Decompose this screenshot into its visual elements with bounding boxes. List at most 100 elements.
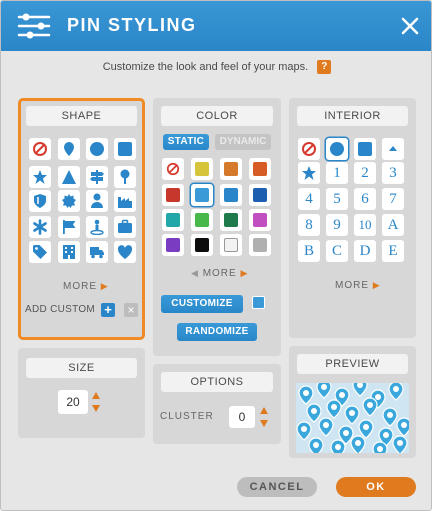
add-custom-button[interactable]: + [101,303,115,317]
shape-option-person-marker[interactable] [86,216,108,238]
shape-option-circle[interactable] [86,138,108,160]
shape-option-square[interactable] [114,138,136,160]
preview-pin-dot [311,408,317,414]
preview-pin-dot [377,446,383,452]
shape-option-triangle[interactable] [58,166,80,188]
color-swatch-none[interactable] [162,158,184,180]
color-swatch[interactable] [249,209,271,231]
interior-option-label[interactable]: 1 [326,162,348,184]
color-swatch[interactable] [220,158,242,180]
color-swatch-fill [224,162,238,176]
interior-option-label[interactable]: B [298,240,320,262]
color-swatch[interactable] [191,158,213,180]
options-title: OPTIONS [161,372,273,392]
interior-option-label[interactable]: C [326,240,348,262]
preview-image [296,383,409,453]
color-swatch[interactable] [249,158,271,180]
interior-option-label[interactable]: A [382,214,404,236]
interior-option-star[interactable] [298,162,320,184]
shape-option-asterisk[interactable] [29,216,51,238]
color-swatch[interactable] [220,184,242,206]
color-more-link[interactable]: ◀ MORE ▶ [191,268,248,279]
shape-more-link[interactable]: MORE ▶ [63,281,109,292]
remove-custom-button[interactable]: × [124,303,138,317]
shape-option-briefcase[interactable] [114,216,136,238]
flag-icon [63,220,76,234]
help-icon[interactable]: ? [317,60,332,74]
star-icon [33,170,47,184]
interior-option-label[interactable]: 4 [298,188,320,210]
interior-option-label[interactable]: 6 [354,188,376,210]
randomize-button[interactable]: RANDOMIZE [177,323,257,341]
interior-option-label[interactable]: E [382,240,404,262]
interior-option-label[interactable]: D [354,240,376,262]
size-stepper[interactable] [91,390,101,414]
signpost-icon [90,170,104,184]
stepper-down-icon [92,405,100,412]
color-panel: COLOR STATIC DYNAMIC ◀ MORE ▶ CUSTOMIZE … [153,98,281,356]
preview-pin-dot [349,410,355,416]
interior-option-no[interactable] [298,138,320,160]
shape-option-truck[interactable] [86,241,108,263]
customize-button[interactable]: CUSTOMIZE [161,295,243,313]
circle-icon [330,142,344,156]
shape-option-factory[interactable] [114,190,136,212]
color-swatch[interactable] [191,209,213,231]
color-tab-dynamic[interactable]: DYNAMIC [215,134,271,150]
shape-option-person[interactable] [86,190,108,212]
shape-option-no[interactable] [29,138,51,160]
cluster-label: CLUSTER [160,411,214,422]
size-input[interactable]: 20 [58,390,88,414]
color-tab-static[interactable]: STATIC [163,134,209,150]
color-swatch-fill [253,238,267,252]
color-swatch[interactable] [249,184,271,206]
shape-option-badge[interactable] [58,190,80,212]
cluster-stepper[interactable] [259,405,269,429]
stepper-up-icon [260,407,268,414]
ok-button[interactable]: OK [336,477,416,497]
person-icon [91,193,103,208]
interior-option-label[interactable]: 3 [382,162,404,184]
color-swatch[interactable] [191,234,213,256]
shape-option-heart[interactable] [114,241,136,263]
preview-pin-dot [397,440,403,446]
color-swatch[interactable] [220,234,242,256]
preview-pin-dot [323,422,329,428]
preview-panel: PREVIEW [289,346,416,458]
color-swatch[interactable] [162,184,184,206]
cluster-input[interactable]: 0 [229,406,255,428]
interior-option-label[interactable]: 5 [326,188,348,210]
interior-option-label[interactable]: 10 [354,214,376,236]
color-swatch[interactable] [249,234,271,256]
shape-option-flag[interactable] [58,216,80,238]
shape-option-signpost[interactable] [86,166,108,188]
add-custom-label: ADD CUSTOM [25,304,96,315]
shape-option-tag[interactable] [29,241,51,263]
color-swatch[interactable] [191,184,213,206]
shape-option-pin[interactable] [58,138,80,160]
shape-option-star[interactable] [29,166,51,188]
shape-option-map-pin[interactable] [114,166,136,188]
preview-pin-dot [383,432,389,438]
interior-panel: INTERIOR 1 2 3 4 5 6 7 8 9 10 A B C D E MORE ▶ [289,98,416,338]
shape-option-shield[interactable] [29,190,51,212]
custom-color-preview[interactable] [252,296,265,309]
interior-option-label[interactable]: 9 [326,214,348,236]
interior-option-triangle[interactable] [382,138,404,160]
chevron-right-icon: ▶ [372,280,381,290]
dialog-subtitle: Customize the look and feel of your maps… [1,60,431,74]
color-swatch[interactable] [162,234,184,256]
color-swatch-fill [195,213,209,227]
color-swatch[interactable] [162,209,184,231]
interior-more-link[interactable]: MORE ▶ [335,280,381,291]
interior-option-circle[interactable] [326,138,348,160]
color-swatch-fill [195,162,209,176]
color-swatch[interactable] [220,209,242,231]
interior-option-label[interactable]: 8 [298,214,320,236]
interior-option-square[interactable] [354,138,376,160]
interior-option-label[interactable]: 2 [354,162,376,184]
shape-option-building[interactable] [58,241,80,263]
close-icon[interactable] [397,13,423,39]
cancel-button[interactable]: CANCEL [237,477,317,497]
interior-option-label[interactable]: 7 [382,188,404,210]
